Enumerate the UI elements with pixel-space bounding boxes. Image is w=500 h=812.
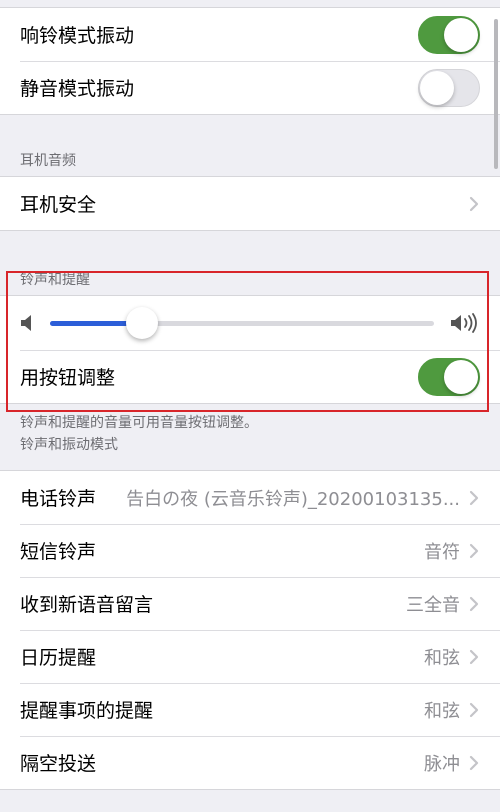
switch-knob bbox=[444, 17, 478, 52]
sound-pattern-row[interactable]: 电话铃声 告白の夜 (云音乐铃声)_20200103135... bbox=[0, 471, 500, 524]
sound-pattern-label: 短信铃声 bbox=[20, 541, 97, 563]
sound-pattern-row[interactable]: 短信铃声 音符 bbox=[0, 524, 500, 577]
ringer-volume-slider[interactable] bbox=[20, 307, 480, 339]
headphone-safety-label: 耳机安全 bbox=[20, 194, 97, 216]
silent-vibrate-switch[interactable] bbox=[418, 68, 480, 107]
sound-pattern-label: 日历提醒 bbox=[20, 647, 97, 669]
ringer-alerts-group: 用按钮调整 bbox=[0, 295, 500, 404]
change-with-buttons-row: 用按钮调整 bbox=[0, 350, 500, 403]
ringer-alerts-footer-note: 铃声和提醒的音量可用音量按钮调整。 bbox=[20, 415, 258, 431]
sound-pattern-label: 电话铃声 bbox=[20, 488, 97, 510]
ringer-volume-row bbox=[0, 296, 500, 350]
vibrate-group: 响铃模式振动 静音模式振动 bbox=[0, 7, 500, 115]
switch-knob bbox=[420, 70, 454, 105]
sound-pattern-value: 三全音 bbox=[406, 594, 460, 616]
chevron-right-icon bbox=[469, 543, 479, 558]
speaker-low-icon bbox=[21, 315, 31, 331]
sound-pattern-row[interactable]: 隔空投送 脉冲 bbox=[0, 736, 500, 789]
sound-pattern-row[interactable]: 提醒事项的提醒 和弦 bbox=[0, 683, 500, 736]
silent-vibrate-row: 静音模式振动 bbox=[0, 61, 500, 114]
change-with-buttons-label: 用按钮调整 bbox=[20, 367, 116, 389]
sound-pattern-value: 音符 bbox=[424, 541, 460, 563]
switch-knob bbox=[444, 359, 478, 394]
ring-vibrate-switch[interactable] bbox=[418, 15, 480, 54]
sound-pattern-label: 收到新语音留言 bbox=[20, 594, 154, 616]
sounds-patterns-section-title: 铃声和振动模式 bbox=[20, 437, 118, 453]
headphone-audio-section-title: 耳机音频 bbox=[20, 153, 76, 169]
sound-pattern-row[interactable]: 收到新语音留言 三全音 bbox=[0, 577, 500, 630]
chevron-right-icon bbox=[469, 702, 479, 717]
sound-pattern-row[interactable]: 日历提醒 和弦 bbox=[0, 630, 500, 683]
speaker-high-icon bbox=[451, 313, 477, 333]
sounds-settings-page: 响铃模式振动 静音模式振动 耳机音频 耳机安全 铃声和提醒 用按钮调整 铃声和提… bbox=[0, 7, 500, 812]
chevron-right-icon bbox=[469, 649, 479, 664]
change-with-buttons-switch[interactable] bbox=[418, 357, 480, 396]
ring-vibrate-row: 响铃模式振动 bbox=[0, 8, 500, 61]
chevron-right-icon bbox=[469, 490, 479, 505]
headphone-audio-group: 耳机安全 bbox=[0, 176, 500, 231]
chevron-right-icon bbox=[469, 596, 479, 611]
sound-pattern-value: 和弦 bbox=[424, 647, 460, 669]
sounds-patterns-group: 电话铃声 告白の夜 (云音乐铃声)_20200103135... 短信铃声 音符收到新… bbox=[0, 470, 500, 790]
ringer-alerts-section-title: 铃声和提醒 bbox=[20, 272, 90, 288]
chevron-right-icon bbox=[469, 196, 479, 211]
volume-thumb[interactable] bbox=[126, 307, 159, 339]
sound-pattern-value: 和弦 bbox=[424, 700, 460, 722]
scrollbar[interactable] bbox=[494, 19, 498, 169]
sound-pattern-value: 告白の夜 (云音乐铃声)_20200103135... bbox=[126, 488, 460, 510]
ring-vibrate-label: 响铃模式振动 bbox=[20, 25, 135, 47]
chevron-right-icon bbox=[469, 755, 479, 770]
headphone-safety-row[interactable]: 耳机安全 bbox=[0, 177, 500, 230]
sound-pattern-label: 提醒事项的提醒 bbox=[20, 700, 154, 722]
sound-pattern-label: 隔空投送 bbox=[20, 753, 97, 775]
volume-track[interactable] bbox=[50, 307, 434, 339]
silent-vibrate-label: 静音模式振动 bbox=[20, 78, 135, 100]
sound-pattern-value: 脉冲 bbox=[424, 753, 460, 775]
